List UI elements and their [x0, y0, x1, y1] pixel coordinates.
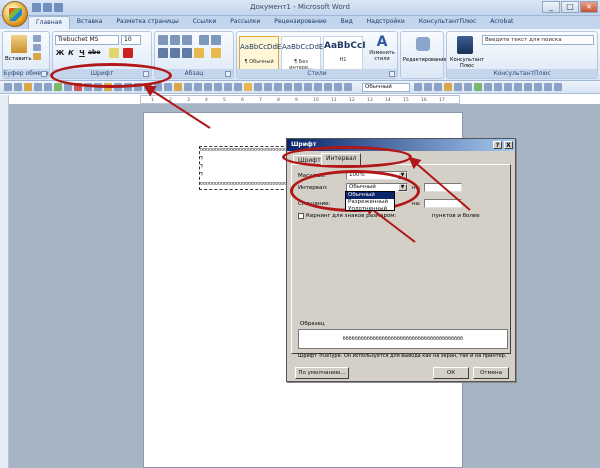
office-logo-icon	[8, 7, 22, 21]
spacing-option[interactable]: Обычный	[346, 192, 394, 199]
spacing-options-list: Обычный Разреженный Уплотненный	[345, 191, 395, 213]
annotation-arrows	[143, 84, 471, 243]
spacing-option[interactable]: Уплотненный	[346, 206, 394, 213]
spacing-option[interactable]: Разреженный	[346, 199, 394, 206]
office-button[interactable]	[2, 1, 28, 27]
tab-spacing[interactable]: Интервал	[321, 153, 362, 165]
